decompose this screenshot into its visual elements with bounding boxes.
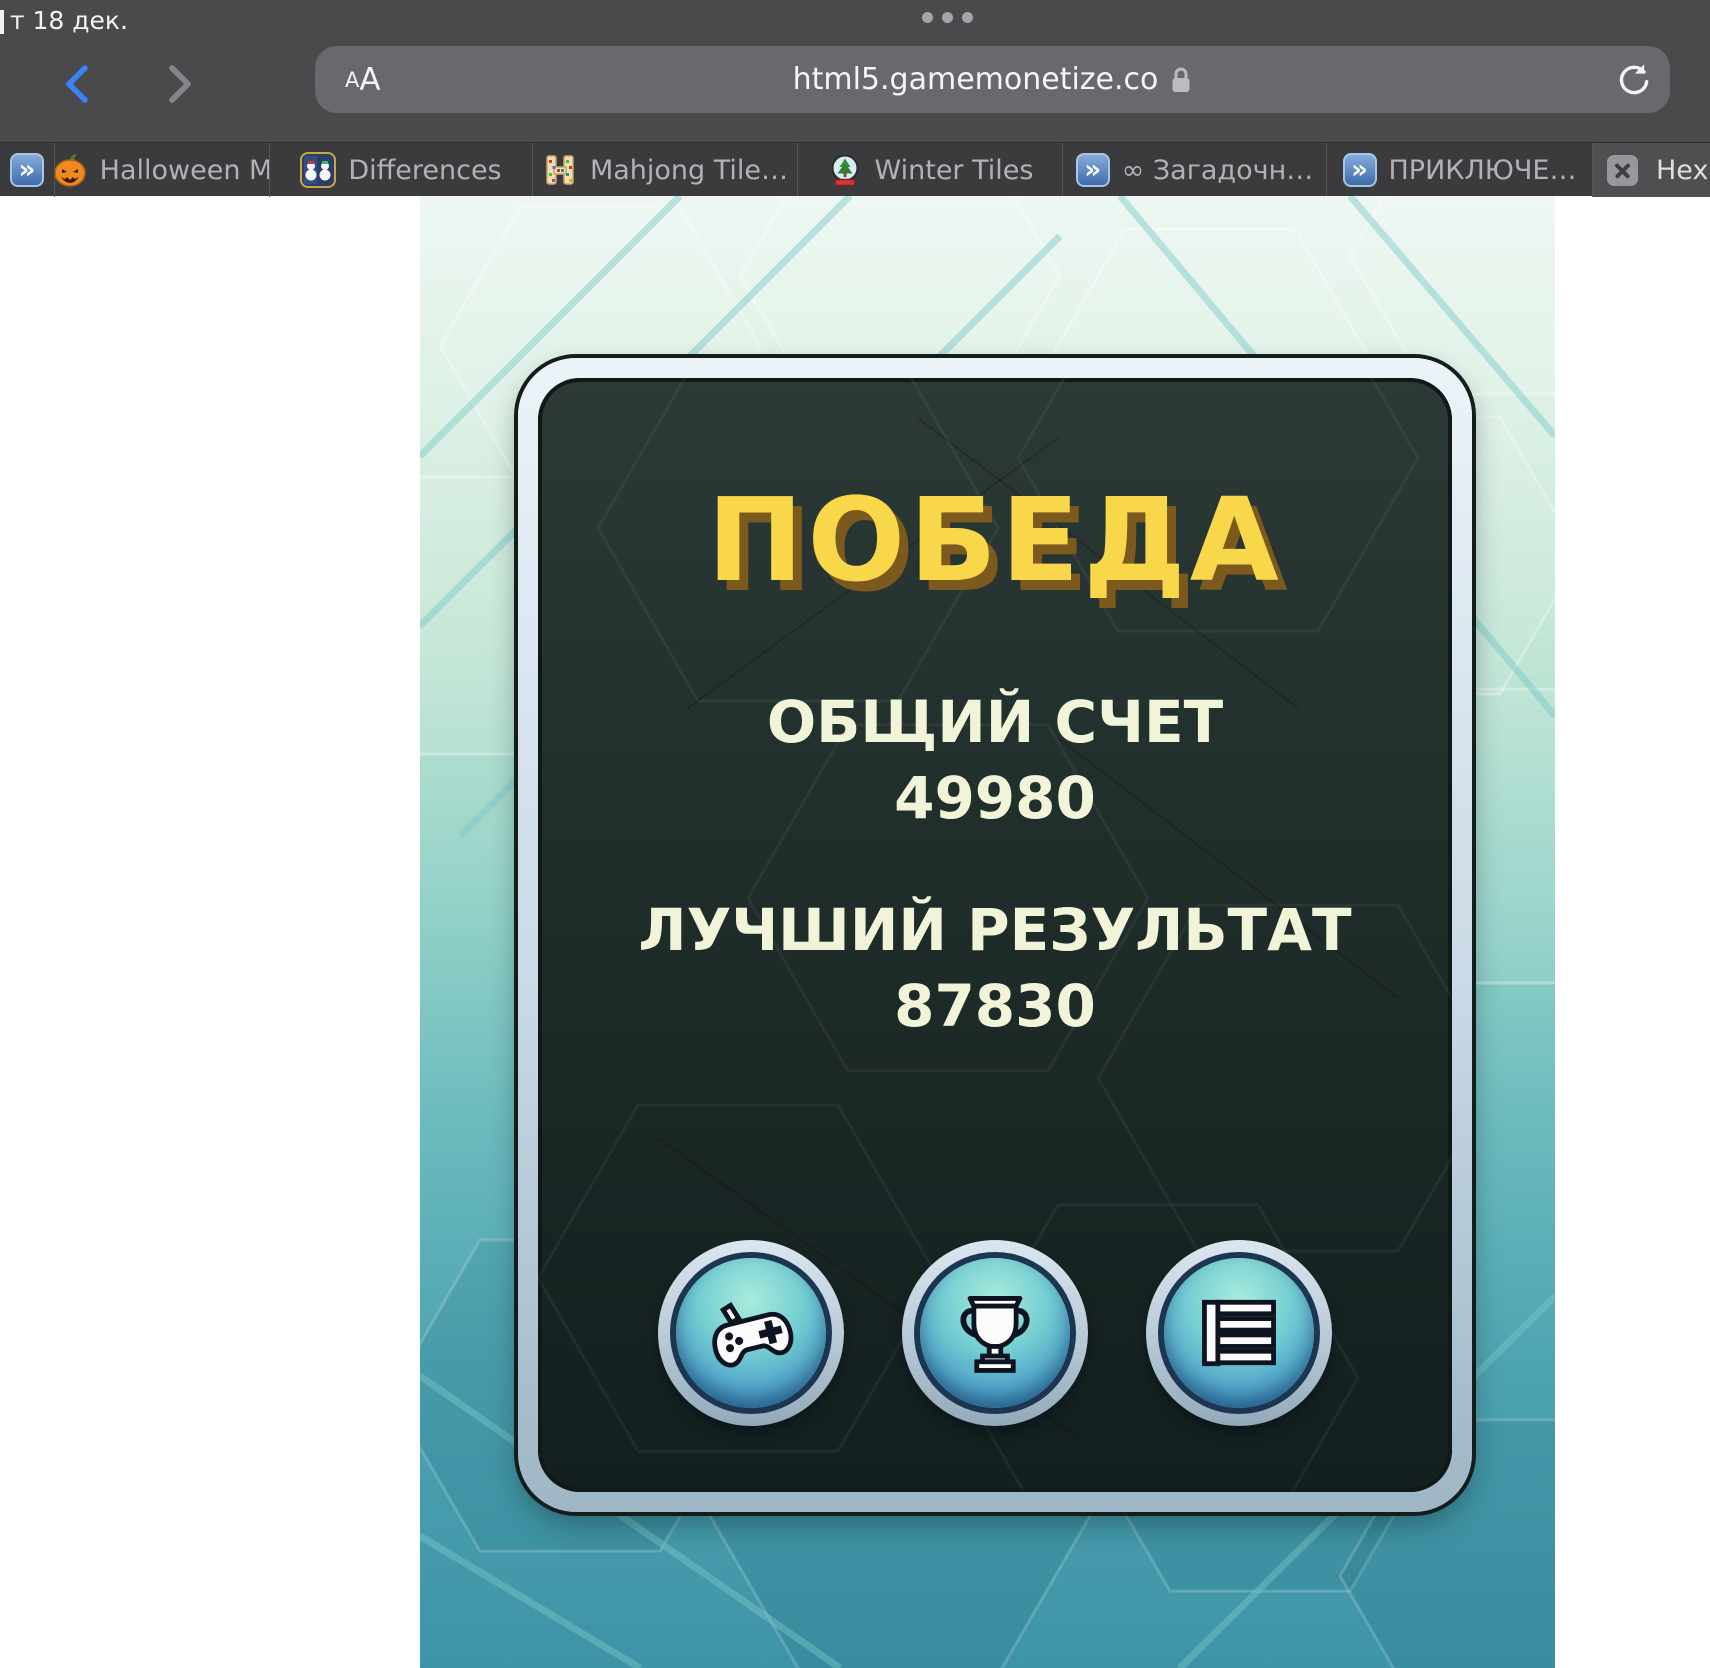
mahjong-tiles-icon [546,155,574,185]
forward-button[interactable] [158,62,202,106]
best-score-value: 87830 [894,972,1096,1040]
total-score-label: ОБЩИЙ СЧЕТ [766,688,1224,756]
fast-forward-icon: » [1342,153,1377,187]
tab-partial[interactable]: » [0,143,55,197]
tab-label: Hexa [1656,154,1710,186]
clipped-glyph [0,10,4,34]
trophy-icon [960,1296,1030,1373]
fast-forward-icon: » [10,153,44,187]
leaderboard-button[interactable] [1146,1240,1332,1426]
best-score-block: ЛУЧШИЙ РЕЗУЛЬТАТ 87830 [538,892,1452,1044]
close-tab-icon[interactable] [1607,154,1638,186]
tab-halloween[interactable]: Halloween M [55,143,270,197]
tab-label: ПРИКЛЮЧЕ… [1388,154,1577,186]
leaderboard-icon [1202,1299,1276,1367]
tab-label: Mahjong Tile… [589,154,789,186]
url-text: html5.gamemonetize.co [792,62,1159,97]
tab-zagadochn[interactable]: » ∞ Загадочн… [1063,143,1327,197]
tab-label: ∞ Загадочн… [1121,154,1314,186]
snowmen-thumbnail-icon [300,152,337,188]
browser-toolbar: т 18 дек. AA html5.gamemonetize.co [0,0,1710,142]
pumpkin-icon [55,154,86,187]
forward-chevron-icon [169,65,191,103]
victory-panel-inner: ПОБЕДА ОБЩИЙ СЧЕТ 49980 ЛУЧШИЙ РЕЗУЛЬТАТ… [538,378,1452,1492]
snow-globe-icon [831,154,859,187]
lock-icon [1172,67,1190,92]
game-viewport: ПОБЕДА ОБЩИЙ СЧЕТ 49980 ЛУЧШИЙ РЕЗУЛЬТАТ… [420,196,1555,1668]
best-score-label: ЛУЧШИЙ РЕЗУЛЬТАТ [638,896,1352,964]
tab-priklyuche[interactable]: » ПРИКЛЮЧЕ… [1327,143,1593,197]
menu-button-row [538,1240,1452,1426]
tab-hexa-active[interactable]: Hexa [1593,143,1710,197]
victory-title: ПОБЕДА [707,474,1283,608]
app-switcher-dots-icon [922,12,973,23]
gamepad-icon [712,1301,794,1368]
status-date: т 18 дек. [10,6,128,35]
address-bar[interactable]: AA html5.gamemonetize.co [315,46,1670,113]
tab-label: Halloween M [99,154,270,186]
tab-label: Winter Tiles [874,154,1034,186]
fast-forward-icon: » [1075,153,1110,187]
url-display: html5.gamemonetize.co [315,46,1670,113]
tab-winter-tiles[interactable]: Winter Tiles [798,143,1063,197]
total-score-value: 49980 [894,764,1096,832]
victory-panel: ПОБЕДА ОБЩИЙ СЧЕТ 49980 ЛУЧШИЙ РЕЗУЛЬТАТ… [518,358,1472,1512]
play-button[interactable] [658,1240,844,1426]
total-score-block: ОБЩИЙ СЧЕТ 49980 [538,684,1452,836]
refresh-icon [1619,64,1649,95]
achievements-button[interactable] [902,1240,1088,1426]
tab-bar: » Halloween M Differences Mahjong Tile… … [0,142,1710,197]
refresh-button[interactable] [1614,61,1652,99]
tab-mahjong[interactable]: Mahjong Tile… [533,143,798,197]
tab-differences[interactable]: Differences [270,143,533,197]
tab-label: Differences [348,154,502,186]
back-chevron-icon [66,65,88,103]
back-button[interactable] [55,62,99,106]
